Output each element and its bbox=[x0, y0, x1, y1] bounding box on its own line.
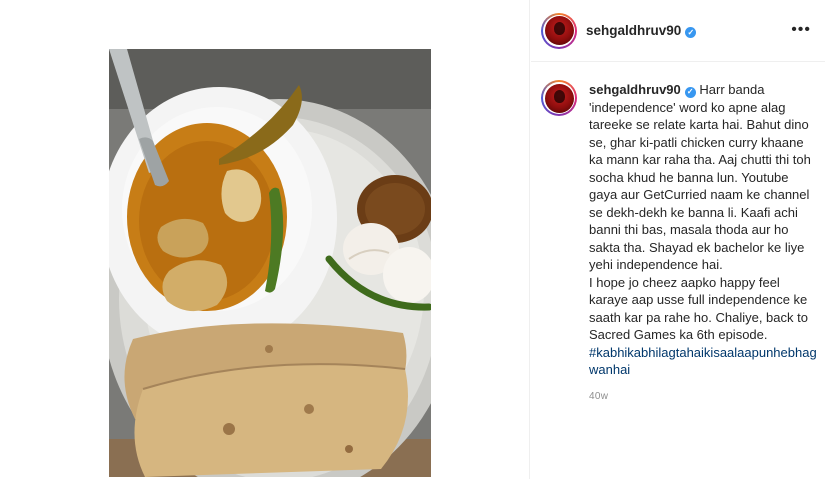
post-media-pane bbox=[0, 0, 530, 479]
caption-line: Sacred Games ka 6th episode. bbox=[589, 327, 768, 342]
hashtag-text[interactable]: #kabhikabhilagtahaikisaalaapunhebhag bbox=[589, 345, 817, 360]
avatar-image bbox=[544, 83, 574, 113]
post-side-pane: sehgaldhruv90 ✓ ••• sehgaldhruv90 ✓ Harr b… bbox=[531, 0, 825, 479]
verified-badge-icon: ✓ bbox=[685, 27, 697, 39]
food-photo-image bbox=[109, 49, 431, 477]
caption-line: socha khud he banna lun. Youtube bbox=[589, 169, 789, 185]
author-username-text[interactable]: sehgaldhruv90 bbox=[586, 23, 681, 38]
caption-line: saath kar pa rahe ho. Chaliye, back to bbox=[589, 309, 808, 325]
caption-username[interactable]: sehgaldhruv90 bbox=[589, 82, 681, 97]
avatar-image bbox=[544, 16, 574, 45]
verified-badge-icon: ✓ bbox=[684, 86, 696, 98]
caption-line: I hope jo cheez aapko happy feel bbox=[589, 274, 780, 290]
author-username[interactable]: sehgaldhruv90 ✓ bbox=[586, 23, 697, 39]
avatar-ring bbox=[543, 82, 575, 114]
caption-line: gaya aur GetCurried naam ke channel bbox=[589, 187, 810, 202]
hashtag-link[interactable]: #kabhikabhilagtahaikisaalaapunhebhag wanh… bbox=[589, 345, 817, 378]
caption-line: se dekh-dekh ke banna li. Kaafi achi bbox=[589, 204, 798, 220]
caption-line: 'independence' word ko apne alag bbox=[589, 99, 786, 115]
caption-line: karaye aap usse full independence ke bbox=[589, 292, 808, 307]
caption-line: banni thi bas, masala thoda aur ho bbox=[589, 222, 789, 237]
caption-row: sehgaldhruv90 ✓ Harr banda 'independence'… bbox=[541, 80, 817, 405]
caption-line: sakta tha. Shayad ek bachelor ke liye bbox=[589, 239, 805, 255]
post-photo[interactable] bbox=[109, 49, 431, 477]
post-timestamp[interactable]: 40w bbox=[589, 388, 817, 406]
avatar-ring bbox=[543, 14, 575, 47]
caption-author-avatar[interactable] bbox=[541, 80, 577, 116]
caption-avatar-wrapper bbox=[541, 80, 577, 405]
caption-body: sehgaldhruv90 ✓ Harr banda 'independence'… bbox=[589, 81, 817, 405]
caption-line: tareeke se relate karta hai. Bahut dino bbox=[589, 117, 809, 132]
caption-line: ka mann kar raha tha. Aaj chutti thi toh bbox=[589, 152, 811, 167]
caption-line: se, ghar ki-patli chicken curry khaane bbox=[589, 134, 804, 150]
author-avatar[interactable] bbox=[541, 12, 577, 49]
more-options-button[interactable]: ••• bbox=[791, 22, 811, 38]
post-header: sehgaldhruv90 ✓ ••• bbox=[531, 0, 825, 62]
caption-line: Harr banda bbox=[699, 82, 765, 97]
hashtag-text[interactable]: wanhai bbox=[589, 362, 630, 377]
caption-line: yehi independence hai. bbox=[589, 257, 723, 272]
